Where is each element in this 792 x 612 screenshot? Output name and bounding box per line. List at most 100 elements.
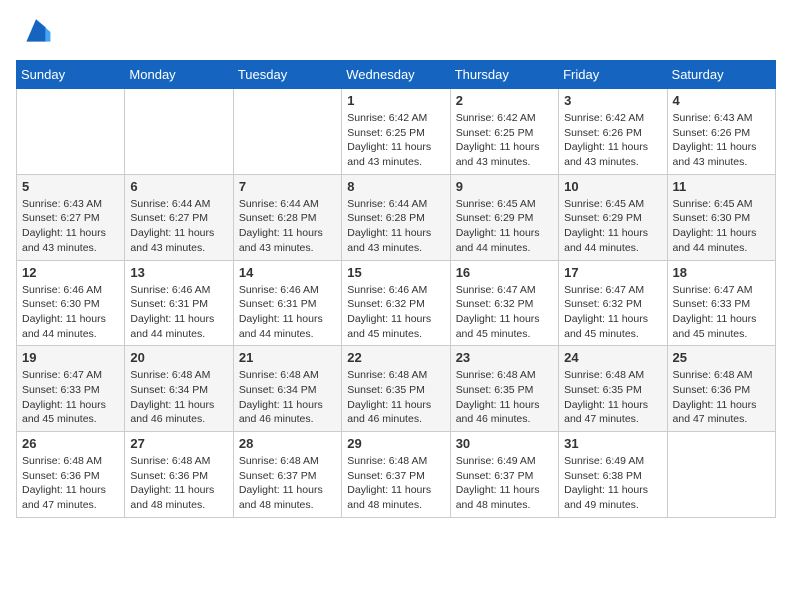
day-info: Sunrise: 6:45 AM Sunset: 6:29 PM Dayligh… (564, 197, 661, 256)
day-info: Sunrise: 6:48 AM Sunset: 6:34 PM Dayligh… (130, 368, 227, 427)
day-info: Sunrise: 6:49 AM Sunset: 6:37 PM Dayligh… (456, 454, 553, 513)
day-number: 30 (456, 436, 553, 451)
calendar-cell: 6 Sunrise: 6:44 AM Sunset: 6:27 PM Daylig… (125, 174, 233, 260)
calendar-week-row: 26 Sunrise: 6:48 AM Sunset: 6:36 PM Dayli… (17, 432, 776, 518)
day-number: 22 (347, 350, 444, 365)
weekday-header: Tuesday (233, 61, 341, 89)
day-info: Sunrise: 6:46 AM Sunset: 6:31 PM Dayligh… (239, 283, 336, 342)
day-number: 21 (239, 350, 336, 365)
calendar-cell: 28 Sunrise: 6:48 AM Sunset: 6:37 PM Dayli… (233, 432, 341, 518)
day-number: 31 (564, 436, 661, 451)
day-info: Sunrise: 6:42 AM Sunset: 6:25 PM Dayligh… (347, 111, 444, 170)
calendar-cell: 13 Sunrise: 6:46 AM Sunset: 6:31 PM Dayli… (125, 260, 233, 346)
day-info: Sunrise: 6:44 AM Sunset: 6:28 PM Dayligh… (347, 197, 444, 256)
day-number: 18 (673, 265, 770, 280)
calendar-week-row: 19Sunrise: 6:47 AM Sunset: 6:33 PM Dayli… (17, 346, 776, 432)
day-info: Sunrise: 6:47 AM Sunset: 6:32 PM Dayligh… (564, 283, 661, 342)
calendar-cell: 15Sunrise: 6:46 AM Sunset: 6:32 PM Dayli… (342, 260, 450, 346)
day-number: 19 (22, 350, 119, 365)
day-number: 11 (673, 179, 770, 194)
day-number: 1 (347, 93, 444, 108)
day-number: 25 (673, 350, 770, 365)
day-number: 10 (564, 179, 661, 194)
calendar-week-row: 12 Sunrise: 6:46 AM Sunset: 6:30 PM Dayli… (17, 260, 776, 346)
day-number: 9 (456, 179, 553, 194)
day-info: Sunrise: 6:48 AM Sunset: 6:35 PM Dayligh… (564, 368, 661, 427)
calendar-cell: 26 Sunrise: 6:48 AM Sunset: 6:36 PM Dayli… (17, 432, 125, 518)
calendar-cell (233, 89, 341, 175)
calendar-cell: 14Sunrise: 6:46 AM Sunset: 6:31 PM Dayli… (233, 260, 341, 346)
day-number: 24 (564, 350, 661, 365)
day-number: 5 (22, 179, 119, 194)
day-number: 4 (673, 93, 770, 108)
day-info: Sunrise: 6:49 AM Sunset: 6:38 PM Dayligh… (564, 454, 661, 513)
logo-icon (20, 16, 52, 48)
calendar-cell: 18 Sunrise: 6:47 AM Sunset: 6:33 PM Dayli… (667, 260, 775, 346)
calendar-cell: 16Sunrise: 6:47 AM Sunset: 6:32 PM Dayli… (450, 260, 558, 346)
day-number: 26 (22, 436, 119, 451)
day-info: Sunrise: 6:42 AM Sunset: 6:25 PM Dayligh… (456, 111, 553, 170)
calendar-cell: 19Sunrise: 6:47 AM Sunset: 6:33 PM Dayli… (17, 346, 125, 432)
calendar-cell: 2 Sunrise: 6:42 AM Sunset: 6:25 PM Daylig… (450, 89, 558, 175)
day-info: Sunrise: 6:48 AM Sunset: 6:37 PM Dayligh… (347, 454, 444, 513)
day-number: 20 (130, 350, 227, 365)
calendar-cell: 25 Sunrise: 6:48 AM Sunset: 6:36 PM Dayli… (667, 346, 775, 432)
calendar-cell: 8Sunrise: 6:44 AM Sunset: 6:28 PM Daylig… (342, 174, 450, 260)
day-info: Sunrise: 6:44 AM Sunset: 6:27 PM Dayligh… (130, 197, 227, 256)
day-info: Sunrise: 6:44 AM Sunset: 6:28 PM Dayligh… (239, 197, 336, 256)
calendar-cell: 31 Sunrise: 6:49 AM Sunset: 6:38 PM Dayli… (559, 432, 667, 518)
calendar-cell: 27Sunrise: 6:48 AM Sunset: 6:36 PM Dayli… (125, 432, 233, 518)
day-info: Sunrise: 6:48 AM Sunset: 6:36 PM Dayligh… (22, 454, 119, 513)
day-number: 7 (239, 179, 336, 194)
day-info: Sunrise: 6:46 AM Sunset: 6:30 PM Dayligh… (22, 283, 119, 342)
day-number: 3 (564, 93, 661, 108)
weekday-header: Sunday (17, 61, 125, 89)
day-number: 12 (22, 265, 119, 280)
day-info: Sunrise: 6:45 AM Sunset: 6:29 PM Dayligh… (456, 197, 553, 256)
calendar-header: SundayMondayTuesdayWednesdayThursdayFrid… (17, 61, 776, 89)
calendar-cell: 17 Sunrise: 6:47 AM Sunset: 6:32 PM Dayli… (559, 260, 667, 346)
calendar-cell: 22 Sunrise: 6:48 AM Sunset: 6:35 PM Dayli… (342, 346, 450, 432)
calendar-cell: 29Sunrise: 6:48 AM Sunset: 6:37 PM Dayli… (342, 432, 450, 518)
day-info: Sunrise: 6:45 AM Sunset: 6:30 PM Dayligh… (673, 197, 770, 256)
calendar-cell: 30 Sunrise: 6:49 AM Sunset: 6:37 PM Dayli… (450, 432, 558, 518)
calendar-cell: 12 Sunrise: 6:46 AM Sunset: 6:30 PM Dayli… (17, 260, 125, 346)
day-number: 17 (564, 265, 661, 280)
header (16, 16, 776, 48)
logo (16, 16, 52, 48)
calendar-week-row: 1 Sunrise: 6:42 AM Sunset: 6:25 PM Daylig… (17, 89, 776, 175)
day-info: Sunrise: 6:46 AM Sunset: 6:31 PM Dayligh… (130, 283, 227, 342)
calendar-cell: 21 Sunrise: 6:48 AM Sunset: 6:34 PM Dayli… (233, 346, 341, 432)
calendar-cell: 23Sunrise: 6:48 AM Sunset: 6:35 PM Dayli… (450, 346, 558, 432)
day-number: 2 (456, 93, 553, 108)
weekday-header: Thursday (450, 61, 558, 89)
day-number: 13 (130, 265, 227, 280)
calendar-cell: 5 Sunrise: 6:43 AM Sunset: 6:27 PM Daylig… (17, 174, 125, 260)
calendar-cell (125, 89, 233, 175)
calendar-cell: 9 Sunrise: 6:45 AM Sunset: 6:29 PM Daylig… (450, 174, 558, 260)
day-info: Sunrise: 6:47 AM Sunset: 6:33 PM Dayligh… (673, 283, 770, 342)
day-info: Sunrise: 6:43 AM Sunset: 6:26 PM Dayligh… (673, 111, 770, 170)
calendar-cell: 20 Sunrise: 6:48 AM Sunset: 6:34 PM Dayli… (125, 346, 233, 432)
weekday-header: Wednesday (342, 61, 450, 89)
calendar-cell: 3 Sunrise: 6:42 AM Sunset: 6:26 PM Daylig… (559, 89, 667, 175)
calendar-body: 1 Sunrise: 6:42 AM Sunset: 6:25 PM Daylig… (17, 89, 776, 518)
day-number: 28 (239, 436, 336, 451)
calendar-table: SundayMondayTuesdayWednesdayThursdayFrid… (16, 60, 776, 518)
day-info: Sunrise: 6:48 AM Sunset: 6:34 PM Dayligh… (239, 368, 336, 427)
weekday-header: Friday (559, 61, 667, 89)
day-info: Sunrise: 6:43 AM Sunset: 6:27 PM Dayligh… (22, 197, 119, 256)
calendar-cell (667, 432, 775, 518)
day-number: 6 (130, 179, 227, 194)
weekday-header: Monday (125, 61, 233, 89)
day-info: Sunrise: 6:42 AM Sunset: 6:26 PM Dayligh… (564, 111, 661, 170)
day-info: Sunrise: 6:46 AM Sunset: 6:32 PM Dayligh… (347, 283, 444, 342)
weekday-header: Saturday (667, 61, 775, 89)
calendar-cell: 7 Sunrise: 6:44 AM Sunset: 6:28 PM Daylig… (233, 174, 341, 260)
header-row: SundayMondayTuesdayWednesdayThursdayFrid… (17, 61, 776, 89)
day-info: Sunrise: 6:48 AM Sunset: 6:35 PM Dayligh… (347, 368, 444, 427)
calendar-cell: 11 Sunrise: 6:45 AM Sunset: 6:30 PM Dayli… (667, 174, 775, 260)
day-info: Sunrise: 6:47 AM Sunset: 6:32 PM Dayligh… (456, 283, 553, 342)
day-info: Sunrise: 6:48 AM Sunset: 6:37 PM Dayligh… (239, 454, 336, 513)
day-info: Sunrise: 6:48 AM Sunset: 6:36 PM Dayligh… (673, 368, 770, 427)
